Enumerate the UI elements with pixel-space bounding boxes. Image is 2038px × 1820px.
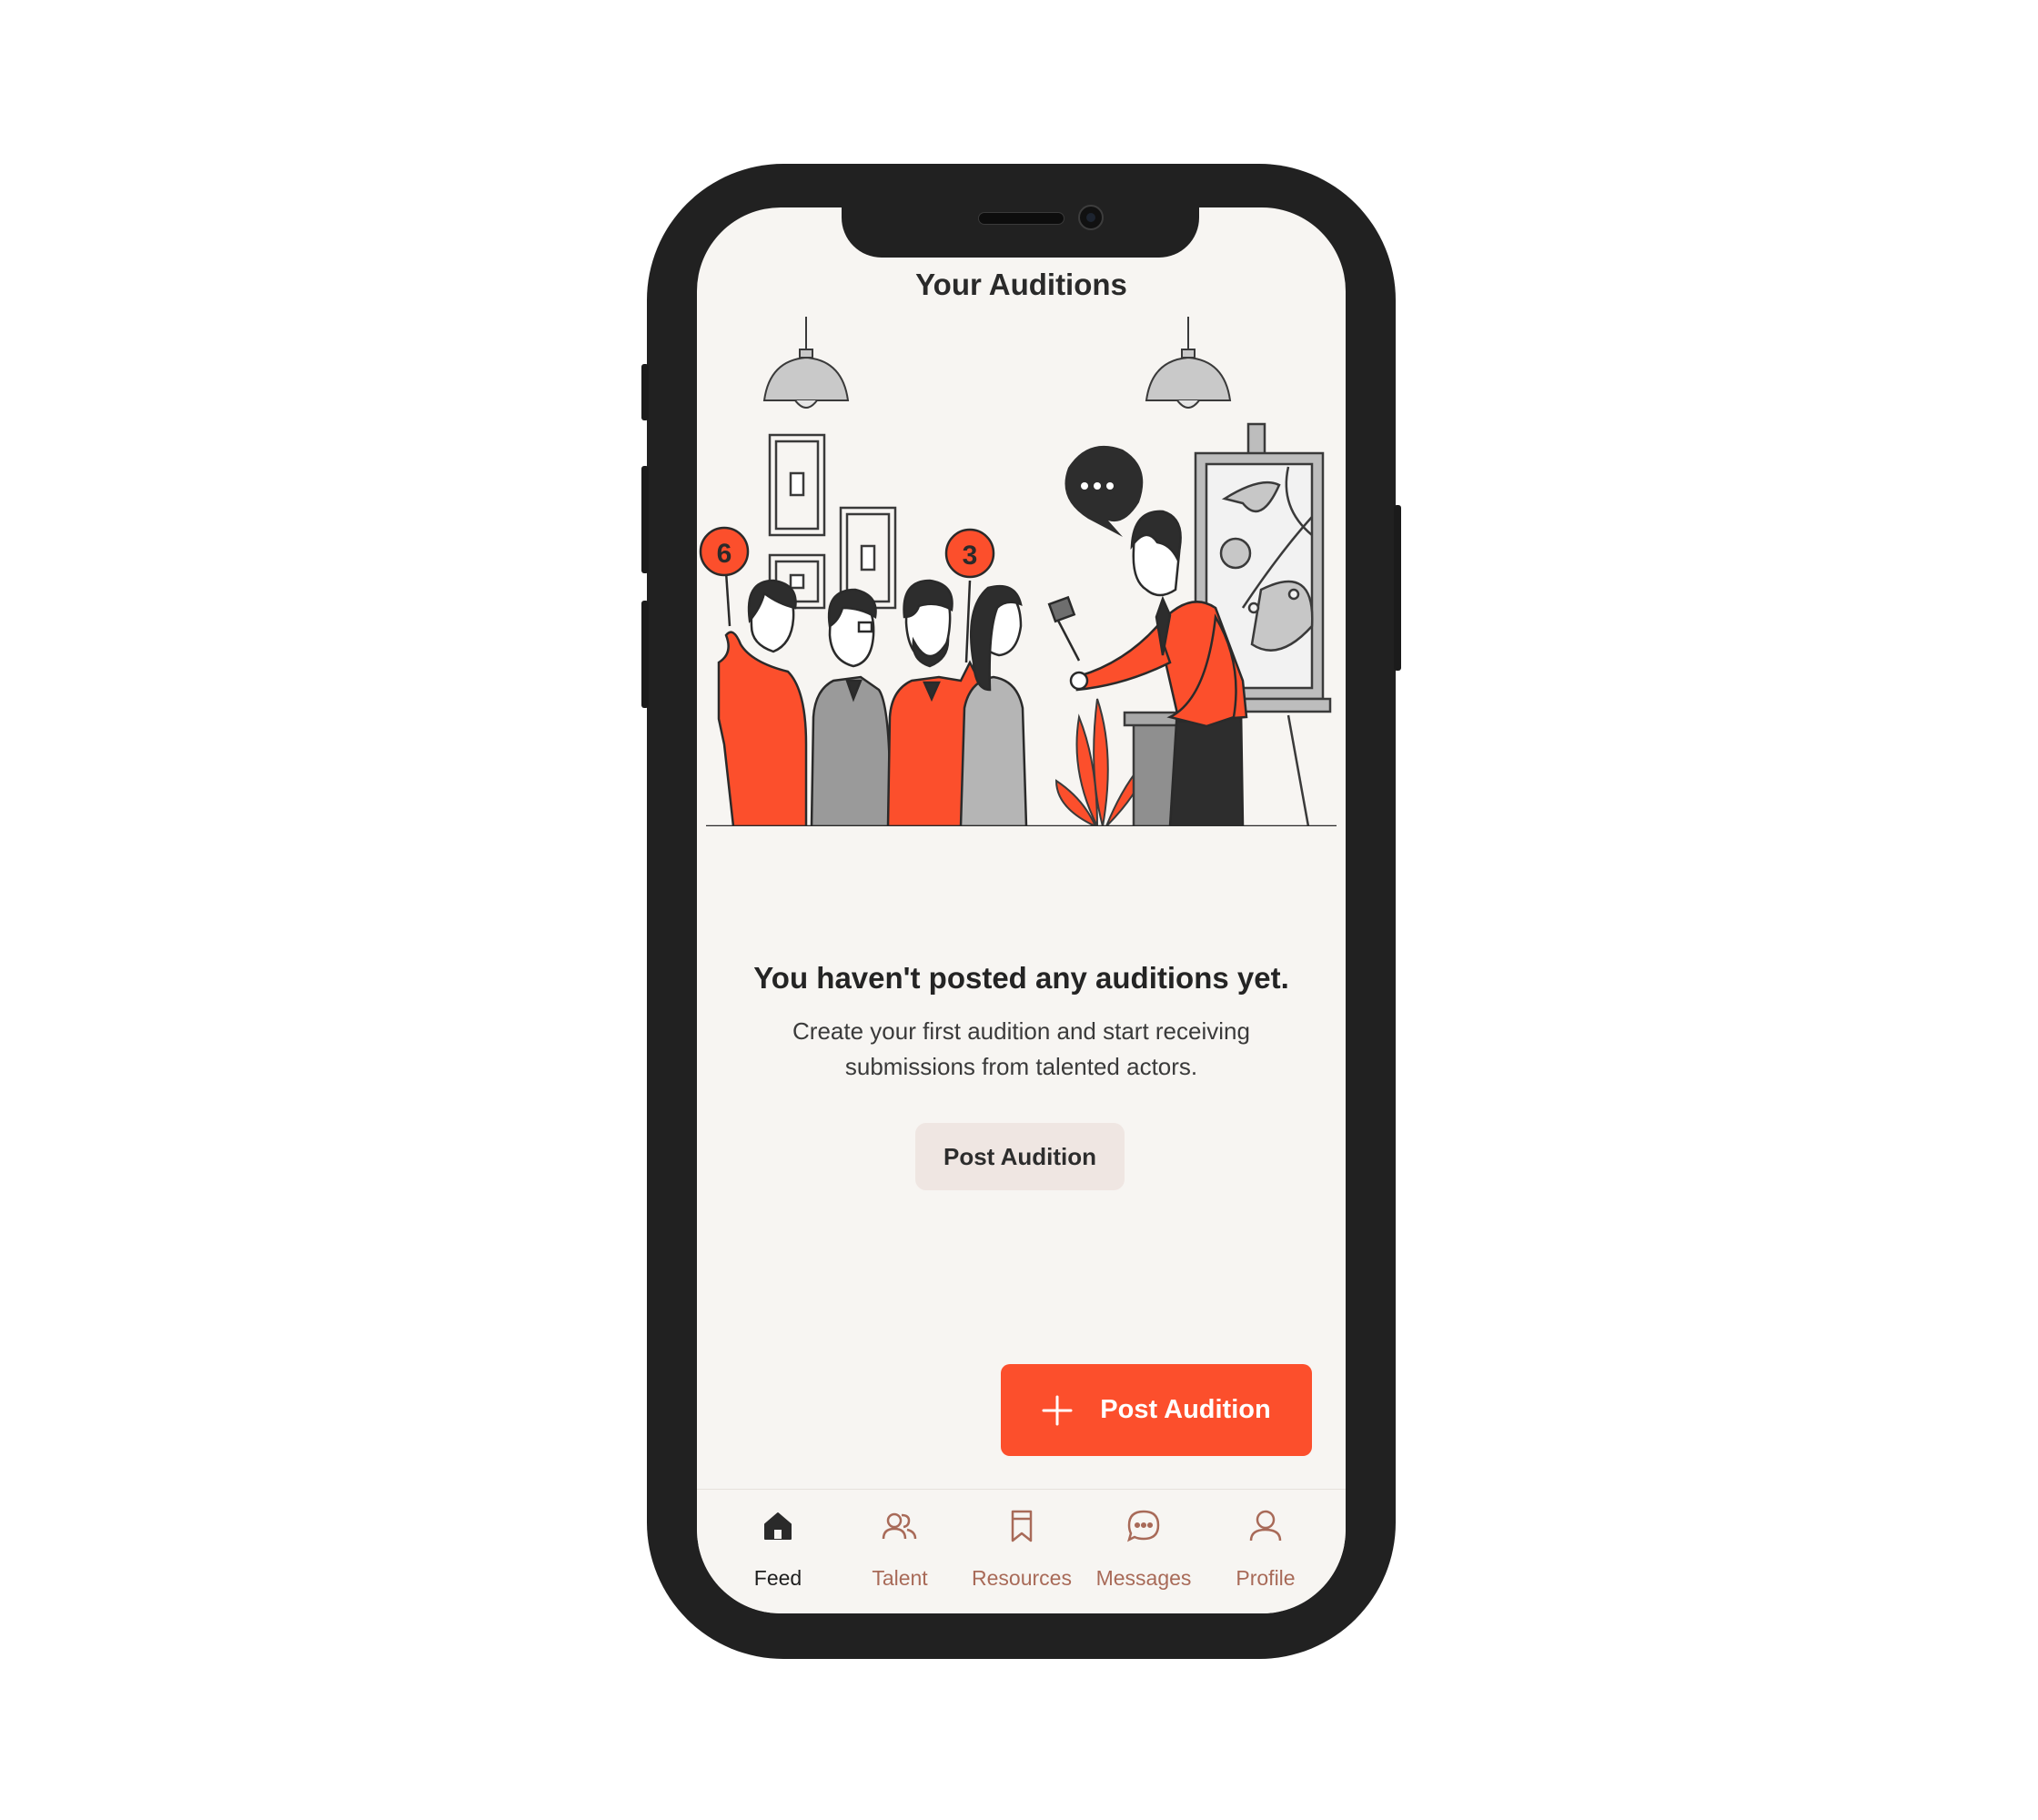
paddle-number-3: 3 — [963, 541, 978, 571]
empty-state-description: Create your first audition and start rec… — [792, 1017, 1250, 1080]
post-audition-button[interactable]: Post Audition — [915, 1123, 1125, 1190]
speaker-grille — [978, 212, 1064, 225]
bottom-tab-bar: Feed Talent Resources Messages Profile — [697, 1489, 1346, 1613]
speech-bubble-icon — [1064, 445, 1144, 537]
ceiling-lamp-right — [1145, 317, 1232, 409]
wall-frames — [768, 433, 897, 610]
tab-messages[interactable]: Messages — [1083, 1490, 1205, 1599]
app-screen: Your Auditions 6 3 You haven't posted an… — [697, 207, 1346, 1613]
paddle-number-6: 6 — [717, 539, 732, 569]
power-button — [1394, 505, 1401, 671]
tab-label-profile: Profile — [1236, 1566, 1296, 1590]
page-title: Your Auditions — [915, 268, 1127, 301]
tab-label-resources: Resources — [972, 1566, 1072, 1590]
tab-profile[interactable]: Profile — [1205, 1490, 1327, 1599]
tab-label-messages: Messages — [1095, 1566, 1192, 1590]
fab-label: Post Audition — [1100, 1395, 1271, 1424]
tab-talent[interactable]: Talent — [839, 1490, 961, 1599]
mute-switch — [641, 364, 649, 420]
tab-resources[interactable]: Resources — [961, 1490, 1083, 1599]
ceiling-lamp-left — [762, 317, 850, 409]
tab-feed[interactable]: Feed — [717, 1490, 839, 1599]
plus-icon — [1042, 1395, 1073, 1425]
volume-up-button — [641, 466, 649, 573]
users-icon — [882, 1512, 917, 1540]
bookmark-icon — [1011, 1510, 1033, 1542]
empty-state-heading: You haven't posted any auditions yet. — [753, 961, 1289, 995]
home-icon — [764, 1512, 792, 1540]
front-camera — [1078, 205, 1104, 230]
bidder-2 — [810, 588, 892, 826]
post-audition-fab[interactable]: Post Audition — [1001, 1364, 1312, 1456]
bidder-4 — [959, 584, 1028, 826]
auction-illustration: 6 3 — [699, 317, 1337, 826]
tab-label-talent: Talent — [872, 1566, 928, 1590]
chat-icon — [1127, 1510, 1160, 1542]
tab-label-feed: Feed — [753, 1566, 802, 1590]
volume-down-button — [641, 601, 649, 708]
person-icon — [1249, 1510, 1282, 1542]
